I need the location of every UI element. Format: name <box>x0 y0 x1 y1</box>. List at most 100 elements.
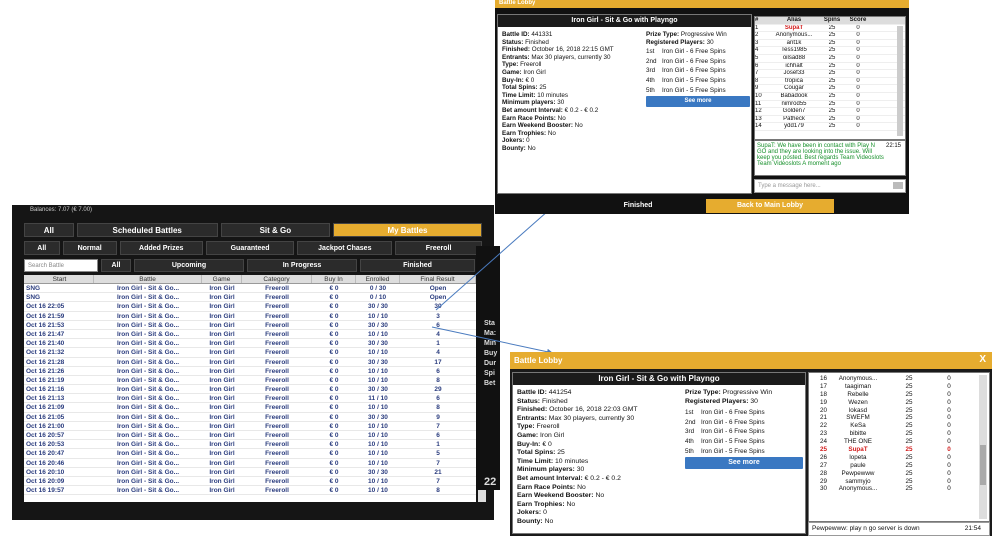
prize-place: 3rd <box>685 428 695 436</box>
player-row[interactable]: 6 ichhalt 25 0 <box>755 63 905 71</box>
detail-value: No <box>557 114 566 122</box>
player-row[interactable]: 4 Tess1985 25 0 <box>755 47 905 55</box>
detail-value: € 0.2 - € 0.2 <box>584 474 621 482</box>
player-row[interactable]: 18 Rebelle 25 0 <box>809 391 989 399</box>
close-icon[interactable]: X <box>979 354 986 365</box>
player-cell: 26 <box>819 453 827 461</box>
detail-line: Bet amount Interval: € 0.2 - € 0.2 <box>517 475 687 484</box>
prize-item: 2nd Iron Girl - 6 Free Spins <box>646 57 756 67</box>
col-spins: Spins <box>823 17 841 23</box>
players-scrollbar[interactable] <box>897 26 903 136</box>
player-row[interactable]: 24 THE ONE 25 0 <box>809 438 989 446</box>
detail-value: Freeroll <box>520 61 542 69</box>
detail-value: 0 <box>526 137 530 145</box>
player-cell: 0 <box>856 62 860 69</box>
prize-place: 4th <box>646 76 655 84</box>
player-cell: 24 <box>819 438 827 446</box>
player-cell: 0 <box>947 438 951 446</box>
player-cell: 0 <box>947 390 951 398</box>
player-row[interactable]: 16 Anonymous... 25 0 <box>809 375 989 383</box>
players-header: # Alias Spins Score <box>755 17 905 25</box>
detail-value: Max 30 players, currently 30 <box>531 53 611 61</box>
detail-value: No <box>544 517 554 525</box>
player-row[interactable]: 26 lopeta 25 0 <box>809 454 989 462</box>
player-row[interactable]: 8 tropica 25 0 <box>755 78 905 86</box>
players-scrollbar[interactable] <box>979 375 987 519</box>
message-input[interactable]: Type a message here... <box>754 179 906 193</box>
prize-item: 5th Iron Girl - 5 Free Spins <box>646 86 756 96</box>
player-cell: 25 <box>905 461 913 469</box>
player-row[interactable]: 11 nimrod55 25 0 <box>755 101 905 109</box>
detail-value: 25 <box>539 84 547 92</box>
player-row[interactable]: 12 Golden7 25 0 <box>755 108 905 116</box>
player-row[interactable]: 14 ydd179 25 0 <box>755 123 905 131</box>
player-cell: 25 <box>828 108 836 115</box>
popup-titlebar: Battle Lobby <box>495 0 909 8</box>
prize-type: Progressive Win <box>722 389 773 396</box>
detail-line: Earn Trophies: No <box>517 501 687 510</box>
see-more-button[interactable]: See more <box>685 457 803 470</box>
detail-label: Buy-In: <box>502 76 524 84</box>
player-row[interactable]: 28 Pewpewww 25 0 <box>809 470 989 478</box>
chat-time: 21:54 <box>964 525 981 532</box>
detail-value: Iron Girl <box>523 68 546 76</box>
player-cell: 25 <box>828 32 836 39</box>
player-row[interactable]: 17 taagiman 25 0 <box>809 383 989 391</box>
player-row[interactable]: 2 Anonymous... 25 0 <box>755 32 905 40</box>
player-row[interactable]: 3 ant1k 25 0 <box>755 40 905 48</box>
prize-item: 1st Iron Girl - 6 Free Spins <box>685 408 805 418</box>
player-row[interactable]: 7 Josef33 25 0 <box>755 70 905 78</box>
player-row[interactable]: 22 KeSa 25 0 <box>809 422 989 430</box>
player-row[interactable]: 27 paule 25 0 <box>809 462 989 470</box>
registered-count: 30 <box>750 397 758 405</box>
player-row[interactable]: 1 SupaT 25 0 <box>755 25 905 33</box>
detail-label: Game: <box>502 68 522 76</box>
detail-value: 0 <box>543 509 547 517</box>
player-row[interactable]: 9 Cougar 25 0 <box>755 85 905 93</box>
player-row[interactable]: 29 sammyjo 25 0 <box>809 478 989 486</box>
player-cell: Wezen <box>848 398 868 406</box>
prize-item: 4th Iron Girl - 5 Free Spins <box>685 437 805 447</box>
player-row[interactable]: 30 Anonymous... 25 0 <box>809 485 989 493</box>
see-more-button[interactable]: See more <box>646 96 750 108</box>
back-to-main-lobby-button[interactable]: Back to Main Lobby <box>706 199 834 213</box>
detail-line: Total Spins: 25 <box>502 84 652 92</box>
player-row[interactable]: 23 bibitte 25 0 <box>809 430 989 438</box>
detail-label: Total Spins: <box>502 84 538 92</box>
detail-label: Jokers: <box>517 509 542 517</box>
detail-value: No <box>527 144 536 152</box>
detail-value: October 16, 2018 22:15 GMT <box>531 46 614 54</box>
player-cell: 5 <box>755 54 759 61</box>
send-icon[interactable] <box>893 182 903 189</box>
finished-button[interactable]: Finished <box>573 199 703 213</box>
player-cell: 0 <box>856 47 860 54</box>
detail-value: € 0 <box>542 440 552 448</box>
player-row[interactable]: 5 oilsad88 25 0 <box>755 55 905 63</box>
battle-details: Battle ID: 441331 Status: Finished Finishe… <box>502 31 652 153</box>
player-cell: ant1k <box>786 39 802 46</box>
player-cell: 2 <box>755 32 759 39</box>
detail-line: Total Spins: 25 <box>517 449 687 458</box>
player-cell: 25 <box>905 438 913 446</box>
player-row[interactable]: 21 SWEFM 25 0 <box>809 414 989 422</box>
player-row[interactable]: 10 Babadook 25 0 <box>755 93 905 101</box>
player-row[interactable]: 20 lokasd 25 0 <box>809 407 989 415</box>
prize-item: 3rd Iron Girl - 6 Free Spins <box>646 66 756 76</box>
player-cell: 25 <box>905 485 913 493</box>
player-row[interactable]: 13 Patheck 25 0 <box>755 116 905 124</box>
player-cell: 25 <box>905 446 913 454</box>
detail-value: 10 minutes <box>555 457 589 465</box>
detail-value: € 0 <box>525 76 535 84</box>
player-cell: 27 <box>819 461 827 469</box>
player-row[interactable]: 19 Wezen 25 0 <box>809 399 989 407</box>
player-cell: 0 <box>856 92 860 99</box>
player-row[interactable]: 25 SupaT 25 0 <box>809 446 989 454</box>
detail-value: Iron Girl <box>540 431 565 439</box>
player-cell: 25 <box>905 375 913 382</box>
players-body: 1 SupaT 25 0 2 Anonymous... 25 0 3 ant1k 25 0 4 Tess1… <box>755 25 905 131</box>
player-cell: 0 <box>947 461 951 469</box>
player-cell: 6 <box>755 62 759 69</box>
player-cell: 0 <box>856 108 860 115</box>
player-cell: 9 <box>755 85 759 92</box>
player-cell: 0 <box>856 100 860 107</box>
